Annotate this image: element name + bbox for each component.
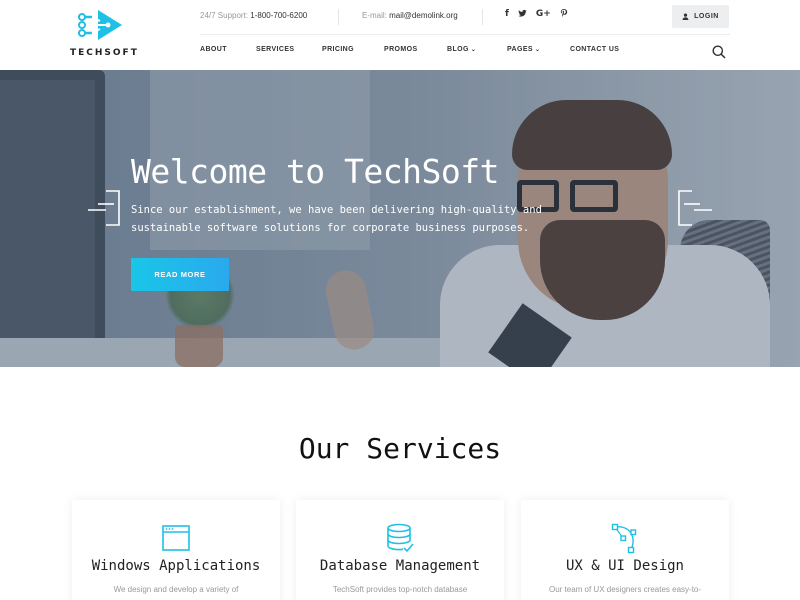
nav-item-pages[interactable]: PAGES ⌄	[507, 46, 540, 53]
logo-icon	[78, 10, 122, 40]
services-heading: Our Services	[298, 432, 502, 465]
service-description: We design and develop a variety of	[113, 585, 239, 594]
service-card[interactable]: UX & UI Design Our team of UX designers …	[521, 500, 729, 600]
nav-item-pricing[interactable]: PRICING	[322, 46, 354, 53]
header-divider	[200, 34, 730, 35]
google-plus-icon[interactable]: G+	[536, 9, 551, 21]
service-card[interactable]: Database Management TechSoft provides to…	[296, 500, 504, 600]
email-label: E-mail:	[362, 11, 387, 20]
nav-item-about[interactable]: ABOUT	[200, 46, 227, 53]
divider	[338, 9, 339, 25]
nav-item-blog[interactable]: BLOG ⌄	[447, 46, 476, 53]
logo-text: TECHSOFT	[70, 48, 139, 58]
site-header: TECHSOFT 24/7 Support: 1-800-700-6200 E-…	[0, 0, 800, 70]
support-label: 24/7 Support:	[200, 11, 249, 20]
chevron-down-icon: ⌄	[535, 47, 541, 53]
social-links: f G+	[505, 9, 568, 21]
email-info: E-mail: mail@demolink.org	[362, 11, 458, 20]
hero-banner: Welcome to TechSoft Since our establishm…	[0, 70, 800, 367]
slider-next-icon[interactable]	[678, 190, 714, 226]
email-link[interactable]: mail@demolink.org	[389, 11, 458, 20]
twitter-icon[interactable]	[518, 9, 527, 21]
service-title: Database Management	[319, 558, 481, 574]
vector-pen-icon	[611, 523, 637, 554]
nav-item-promos[interactable]: PROMOS	[384, 46, 418, 53]
divider	[482, 9, 483, 25]
service-card[interactable]: Windows Applications We design and devel…	[72, 500, 280, 600]
read-more-button[interactable]: READ MORE	[131, 258, 229, 291]
slider-prev-icon[interactable]	[88, 190, 120, 226]
window-app-icon	[162, 525, 190, 551]
nav-item-contact[interactable]: CONTACT US	[570, 46, 619, 53]
service-description: TechSoft provides top-notch database	[332, 585, 468, 594]
hero-description: Since our establishment, we have been de…	[131, 204, 542, 234]
service-description: Our team of UX designers creates easy-to…	[548, 585, 702, 594]
topbar: 24/7 Support: 1-800-700-6200 E-mail: mai…	[200, 0, 800, 34]
pinterest-icon[interactable]	[560, 9, 568, 21]
user-icon	[682, 13, 689, 20]
search-icon[interactable]	[712, 45, 726, 59]
database-icon	[387, 523, 414, 553]
facebook-icon[interactable]: f	[505, 9, 509, 21]
hero-title: Welcome to TechSoft	[131, 152, 500, 191]
login-button[interactable]: LOGIN	[672, 5, 729, 28]
service-title: UX & UI Design	[565, 558, 684, 574]
support-phone[interactable]: 1-800-700-6200	[250, 11, 307, 20]
nav-item-services[interactable]: SERVICES	[256, 46, 294, 53]
logo[interactable]: TECHSOFT	[70, 8, 139, 62]
login-label: LOGIN	[694, 13, 719, 20]
service-title: Windows Applications	[91, 558, 261, 574]
support-info: 24/7 Support: 1-800-700-6200	[200, 11, 307, 20]
chevron-down-icon: ⌄	[470, 47, 477, 53]
